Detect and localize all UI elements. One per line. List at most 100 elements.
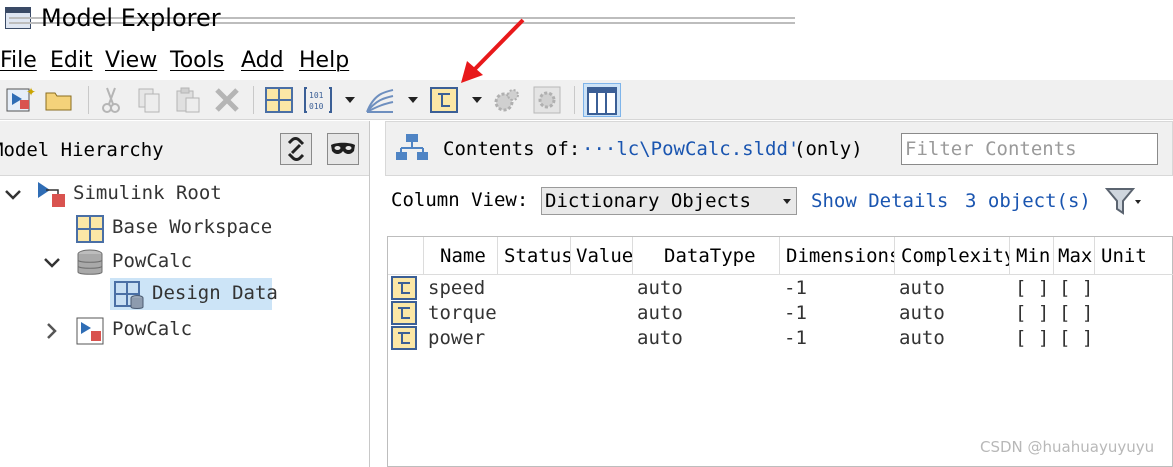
cell-complexity: auto: [899, 277, 945, 299]
mask-icon[interactable]: [327, 133, 359, 165]
tree-item-powcalc-dictionary[interactable]: PowCalc: [0, 246, 369, 278]
chevron-right-icon[interactable]: [43, 322, 61, 340]
cell-max: [ ]: [1059, 327, 1094, 349]
cell-name: power: [428, 327, 486, 349]
column-header-status[interactable]: Status: [498, 237, 571, 275]
filter-placeholder: Filter Contents: [905, 138, 1077, 160]
cell-min: [ ]: [1015, 327, 1050, 349]
add-signal-icon[interactable]: [364, 84, 396, 116]
tree-item-design-data[interactable]: Design Data: [110, 278, 278, 310]
paste-icon[interactable]: [172, 84, 204, 116]
contents-scope: (only): [794, 138, 863, 160]
cell-max: [ ]: [1059, 277, 1094, 299]
filter-funnel-icon[interactable]: [1105, 185, 1143, 217]
toolbar-separator: [253, 86, 254, 114]
data-object-icon: [391, 326, 417, 350]
add-parameter-icon[interactable]: 101 010: [302, 84, 334, 116]
column-header-unit[interactable]: Unit: [1095, 237, 1173, 275]
contents-path-link[interactable]: ···lc\PowCalc.sldd': [582, 138, 799, 160]
cell-datatype: auto: [637, 277, 683, 299]
menu-view[interactable]: View: [105, 48, 157, 73]
pane-title: Model Hierarchy: [0, 139, 164, 161]
tree-item-label: Design Data: [152, 282, 278, 304]
add-grid-icon[interactable]: [263, 84, 295, 116]
column-view-value: Dictionary Objects: [545, 190, 751, 212]
column-header-max[interactable]: Max: [1054, 237, 1095, 275]
svg-text:101: 101: [309, 91, 324, 100]
objects-table: Name Status Value DataType Dimensions Co…: [387, 236, 1173, 467]
chevron-down-icon[interactable]: [43, 254, 61, 272]
simulink-root-icon: [36, 180, 68, 210]
filter-input[interactable]: Filter Contents: [901, 133, 1158, 165]
config-icon[interactable]: [531, 84, 563, 116]
add-data-object-icon[interactable]: [428, 84, 460, 116]
dropdown-arrow-icon: [783, 199, 791, 204]
tree-item-label: PowCalc: [112, 318, 193, 340]
table-row[interactable]: power auto -1 auto [ ] [ ]: [388, 326, 1173, 351]
tree-item-simulink-root[interactable]: Simulink Root: [0, 178, 369, 210]
column-view-icon[interactable]: [583, 83, 621, 117]
chevron-down-icon[interactable]: [4, 186, 22, 204]
menu-bar: File Edit View Tools Add Help: [0, 48, 1173, 78]
model-explorer-icon: [5, 7, 795, 29]
cut-icon[interactable]: [95, 84, 127, 116]
new-model-icon[interactable]: ✦: [4, 84, 36, 116]
parameter-dropdown-icon[interactable]: [344, 94, 356, 106]
link-icon[interactable]: [280, 133, 312, 165]
cell-name: torque: [428, 302, 497, 324]
settings-gear-icon[interactable]: [491, 84, 523, 116]
tree-item-powcalc-model[interactable]: PowCalc: [0, 314, 369, 346]
cell-dimensions: -1: [784, 302, 807, 324]
workspace-grid-icon: [75, 214, 107, 244]
window-title: Model Explorer: [41, 4, 221, 32]
copy-icon[interactable]: [133, 84, 165, 116]
cell-max: [ ]: [1059, 302, 1094, 324]
column-header-complexity[interactable]: Complexity: [895, 237, 1010, 275]
contents-pane: Contents of: ···lc\PowCalc.sldd' (only) …: [375, 121, 1173, 467]
column-header-min[interactable]: Min: [1010, 237, 1054, 275]
cell-complexity: auto: [899, 302, 945, 324]
menu-edit[interactable]: Edit: [50, 48, 93, 73]
signal-dropdown-icon[interactable]: [407, 94, 419, 106]
column-header-name[interactable]: Name: [424, 237, 498, 275]
cell-complexity: auto: [899, 327, 945, 349]
hierarchy-header: Model Hierarchy: [0, 121, 369, 176]
column-view-select[interactable]: Dictionary Objects: [541, 187, 797, 215]
column-header-value[interactable]: Value: [571, 237, 633, 275]
column-header-dimensions[interactable]: Dimensions: [780, 237, 895, 275]
tree-item-label: Simulink Root: [73, 182, 222, 204]
data-object-dropdown-icon[interactable]: [471, 94, 483, 106]
contents-label: Contents of:: [443, 138, 581, 160]
table-row[interactable]: speed auto -1 auto [ ] [ ]: [388, 276, 1173, 301]
svg-text:✦: ✦: [26, 85, 36, 99]
open-folder-icon[interactable]: [43, 84, 75, 116]
title-bar: Model Explorer: [0, 0, 1173, 40]
menu-tools[interactable]: Tools: [170, 48, 224, 73]
cell-dimensions: -1: [784, 327, 807, 349]
cell-min: [ ]: [1015, 302, 1050, 324]
data-object-icon: [391, 276, 417, 300]
tree-item-label: Base Workspace: [112, 216, 273, 238]
column-header-datatype[interactable]: DataType: [633, 237, 780, 275]
watermark: CSDN @huahuayuyuyu: [980, 438, 1155, 456]
data-object-icon: [391, 301, 417, 325]
model-icon: [75, 316, 107, 346]
cell-name: speed: [428, 277, 486, 299]
delete-icon[interactable]: [211, 84, 243, 116]
menu-add[interactable]: Add: [241, 48, 284, 73]
toolbar: ✦ 101 010: [0, 80, 1173, 120]
show-details-link[interactable]: Show Details: [811, 190, 948, 212]
svg-text:010: 010: [309, 102, 324, 111]
table-header: Name Status Value DataType Dimensions Co…: [388, 237, 1173, 275]
column-header-icon: [388, 237, 424, 275]
menu-help[interactable]: Help: [299, 48, 349, 73]
object-count: 3 object(s): [965, 190, 1091, 212]
design-data-icon: [113, 280, 145, 310]
menu-file[interactable]: File: [0, 48, 37, 73]
cell-datatype: auto: [637, 327, 683, 349]
table-row[interactable]: torque auto -1 auto [ ] [ ]: [388, 301, 1173, 326]
column-view-row: Column View: Dictionary Objects Show Det…: [375, 181, 1173, 223]
toolbar-separator: [88, 86, 89, 114]
dictionary-icon: [75, 248, 107, 278]
tree-item-base-workspace[interactable]: Base Workspace: [0, 212, 369, 244]
